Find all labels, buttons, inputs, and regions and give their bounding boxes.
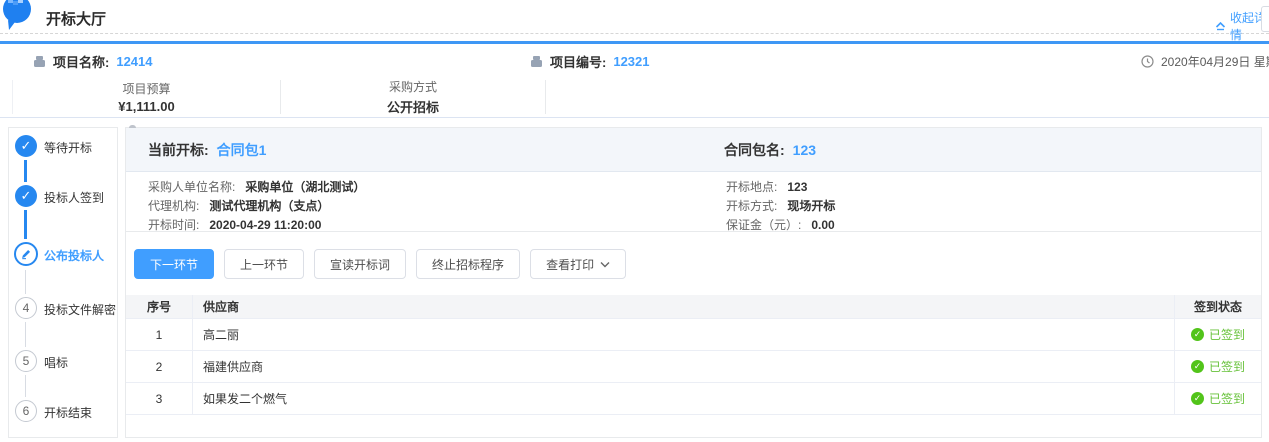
project-summary-bar: 项目预算 ¥1,111.00 采购方式 公开招标 xyxy=(0,78,1269,118)
chevron-down-icon xyxy=(600,261,610,268)
prev-step-label: 上一环节 xyxy=(240,256,288,273)
col-header-status: 签到状态 xyxy=(1174,295,1261,318)
action-buttons: 下一环节 上一环节 宣读开标词 终止招标程序 查看打印 xyxy=(134,249,1261,279)
chevron-up-icon xyxy=(1215,21,1226,31)
table-header-row: 序号 供应商 签到状态 xyxy=(126,295,1261,319)
table-row: 1 高二丽 ✓ 已签到 xyxy=(126,319,1261,351)
read-opening-speech-label: 宣读开标词 xyxy=(330,256,390,273)
current-datetime: 2020年04月29日 星期三 15 xyxy=(1161,53,1269,70)
step-4-number: 4 xyxy=(15,297,37,319)
step-5-label: 唱标 xyxy=(44,354,68,371)
procurement-method-column: 采购方式 公开招标 xyxy=(280,80,545,114)
step-5-number: 5 xyxy=(15,350,37,372)
deposit-value: 0.00 xyxy=(811,218,834,232)
project-name-label: 项目名称: xyxy=(53,52,109,71)
empty-column xyxy=(545,80,1269,114)
step-connector xyxy=(25,375,26,397)
budget-value: ¥1,111.00 xyxy=(118,99,174,114)
step-6-label: 开标结束 xyxy=(44,404,92,421)
row-index: 3 xyxy=(126,383,193,414)
opening-method-label: 开标方式: xyxy=(726,197,777,214)
bid-steps-sidebar: ✓ 等待开标 ✓ 投标人签到 公布投标人 4 投标文件解密 5 唱标 6 开标结… xyxy=(8,127,118,438)
sign-in-status: 已签到 xyxy=(1209,358,1245,375)
project-name-value[interactable]: 12414 xyxy=(116,54,152,69)
prev-step-button[interactable]: 上一环节 xyxy=(224,249,304,279)
step-2-label: 投标人签到 xyxy=(44,189,104,206)
col-header-index: 序号 xyxy=(126,295,193,318)
read-opening-speech-button[interactable]: 宣读开标词 xyxy=(314,249,406,279)
project-icon xyxy=(33,55,46,68)
step-2-done-icon: ✓ xyxy=(15,185,37,207)
edit-icon xyxy=(20,248,32,260)
terminate-procedure-label: 终止招标程序 xyxy=(432,256,504,273)
project-info-bar: 项目名称: 12414 项目编号: 12321 2020年04月29日 星期三 … xyxy=(0,41,1269,78)
purchaser-value: 采购单位（湖北测试） xyxy=(245,178,365,195)
view-print-button[interactable]: 查看打印 xyxy=(530,249,626,279)
panel-header: 当前开标: 合同包1 合同包名: 123 xyxy=(126,128,1261,172)
step-3-active-icon xyxy=(14,242,38,266)
sign-in-status: 已签到 xyxy=(1209,390,1245,407)
view-print-label: 查看打印 xyxy=(546,256,594,273)
opening-method-row: 开标方式: 现场开标 xyxy=(726,198,835,213)
purchaser-label: 采购人单位名称: xyxy=(148,178,235,195)
package-name-label: 合同包名: xyxy=(724,140,785,160)
opening-time-value: 2020-04-29 11:20:00 xyxy=(209,218,321,232)
step-1-done-icon: ✓ xyxy=(15,135,37,157)
purchaser-row: 采购人单位名称: 采购单位（湖北测试） xyxy=(148,179,365,194)
step-6-number: 6 xyxy=(15,400,37,422)
next-step-button[interactable]: 下一环节 xyxy=(134,249,214,279)
table-row: 2 福建供应商 ✓ 已签到 xyxy=(126,351,1261,383)
deposit-label: 保证金（元）: xyxy=(726,216,801,233)
agency-row: 代理机构: 测试代理机构（支点） xyxy=(148,198,365,213)
opening-place-label: 开标地点: xyxy=(726,178,777,195)
supplier-name: 福建供应商 xyxy=(193,351,1174,382)
top-header: 开标大厅 收起详情 xyxy=(0,0,1269,34)
opening-time-row: 开标时间: 2020-04-29 11:20:00 xyxy=(148,217,365,232)
sign-in-status: 已签到 xyxy=(1209,326,1245,343)
agency-value: 测试代理机构（支点） xyxy=(209,197,329,214)
collapsed-panel-edge[interactable] xyxy=(1261,6,1269,32)
project-budget-column: 项目预算 ¥1,111.00 xyxy=(12,80,280,114)
terminate-procedure-button[interactable]: 终止招标程序 xyxy=(416,249,520,279)
row-index: 1 xyxy=(126,319,193,350)
budget-label: 项目预算 xyxy=(122,80,170,97)
project-code-label: 项目编号: xyxy=(550,52,606,71)
opening-time-label: 开标时间: xyxy=(148,216,199,233)
bid-opening-panel: 当前开标: 合同包1 合同包名: 123 采购人单位名称: 采购单位（湖北测试）… xyxy=(125,127,1262,438)
supplier-name: 高二丽 xyxy=(193,319,1174,350)
step-connector xyxy=(24,160,27,182)
row-index: 2 xyxy=(126,351,193,382)
supplier-table: 序号 供应商 签到状态 1 高二丽 ✓ 已签到 2 福建供应商 ✓ 已签到 3 … xyxy=(126,295,1261,415)
signed-in-check-icon: ✓ xyxy=(1191,392,1204,405)
step-connector xyxy=(25,270,26,294)
deposit-row: 保证金（元）: 0.00 xyxy=(726,217,835,232)
project-code-value[interactable]: 12321 xyxy=(613,54,649,69)
supplier-name: 如果发二个燃气 xyxy=(193,383,1174,414)
step-connector xyxy=(25,322,26,347)
step-3-label: 公布投标人 xyxy=(44,247,104,264)
step-4-label: 投标文件解密 xyxy=(44,301,116,318)
clock-icon xyxy=(1141,55,1154,68)
table-row: 3 如果发二个燃气 ✓ 已签到 xyxy=(126,383,1261,415)
opening-place-value: 123 xyxy=(787,180,807,194)
package-name-value[interactable]: 123 xyxy=(793,142,816,158)
method-value: 公开招标 xyxy=(387,97,439,116)
current-opening-label: 当前开标: xyxy=(148,140,209,160)
step-1-label: 等待开标 xyxy=(44,139,92,156)
agency-label: 代理机构: xyxy=(148,197,199,214)
page-title: 开标大厅 xyxy=(46,8,106,29)
opening-place-row: 开标地点: 123 xyxy=(726,179,835,194)
signed-in-check-icon: ✓ xyxy=(1191,360,1204,373)
project-code-icon xyxy=(530,55,543,68)
method-label: 采购方式 xyxy=(389,78,437,95)
step-connector xyxy=(24,210,27,239)
signed-in-check-icon: ✓ xyxy=(1191,328,1204,341)
next-step-label: 下一环节 xyxy=(150,256,198,273)
opening-method-value: 现场开标 xyxy=(787,197,835,214)
app-logo-icon xyxy=(2,0,34,30)
current-opening-value[interactable]: 合同包1 xyxy=(217,140,267,160)
opening-details: 采购人单位名称: 采购单位（湖北测试） 代理机构: 测试代理机构（支点） 开标时… xyxy=(126,172,1261,232)
col-header-supplier: 供应商 xyxy=(193,295,1174,318)
